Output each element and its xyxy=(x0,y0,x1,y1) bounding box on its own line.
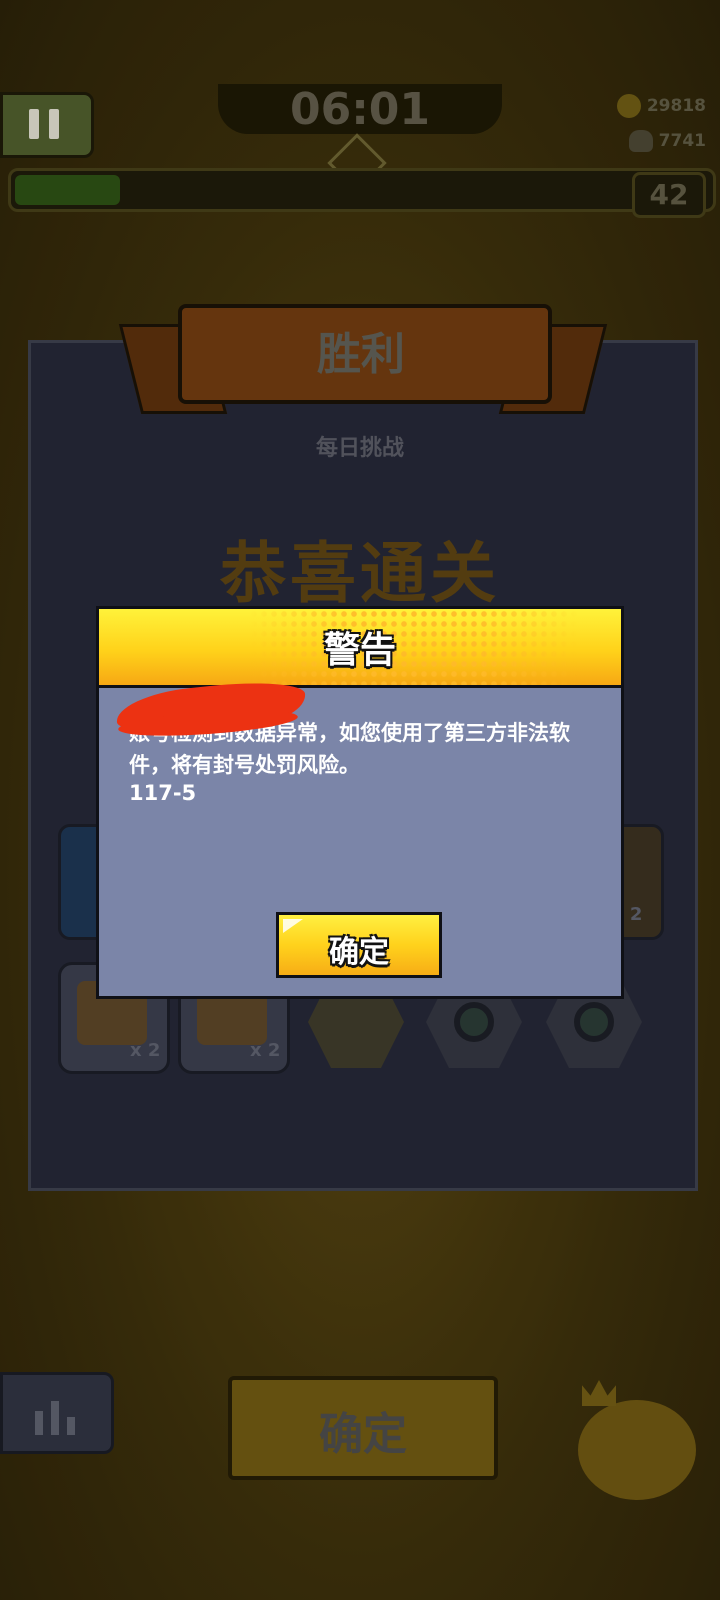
dialog-title: 警告 xyxy=(323,630,396,671)
dialog-header: 警告 xyxy=(99,609,621,688)
error-code: 117-5 xyxy=(129,781,197,805)
dialog-confirm-button[interactable]: 确定 xyxy=(276,912,442,978)
dialog-confirm-label: 确定 xyxy=(329,935,389,970)
